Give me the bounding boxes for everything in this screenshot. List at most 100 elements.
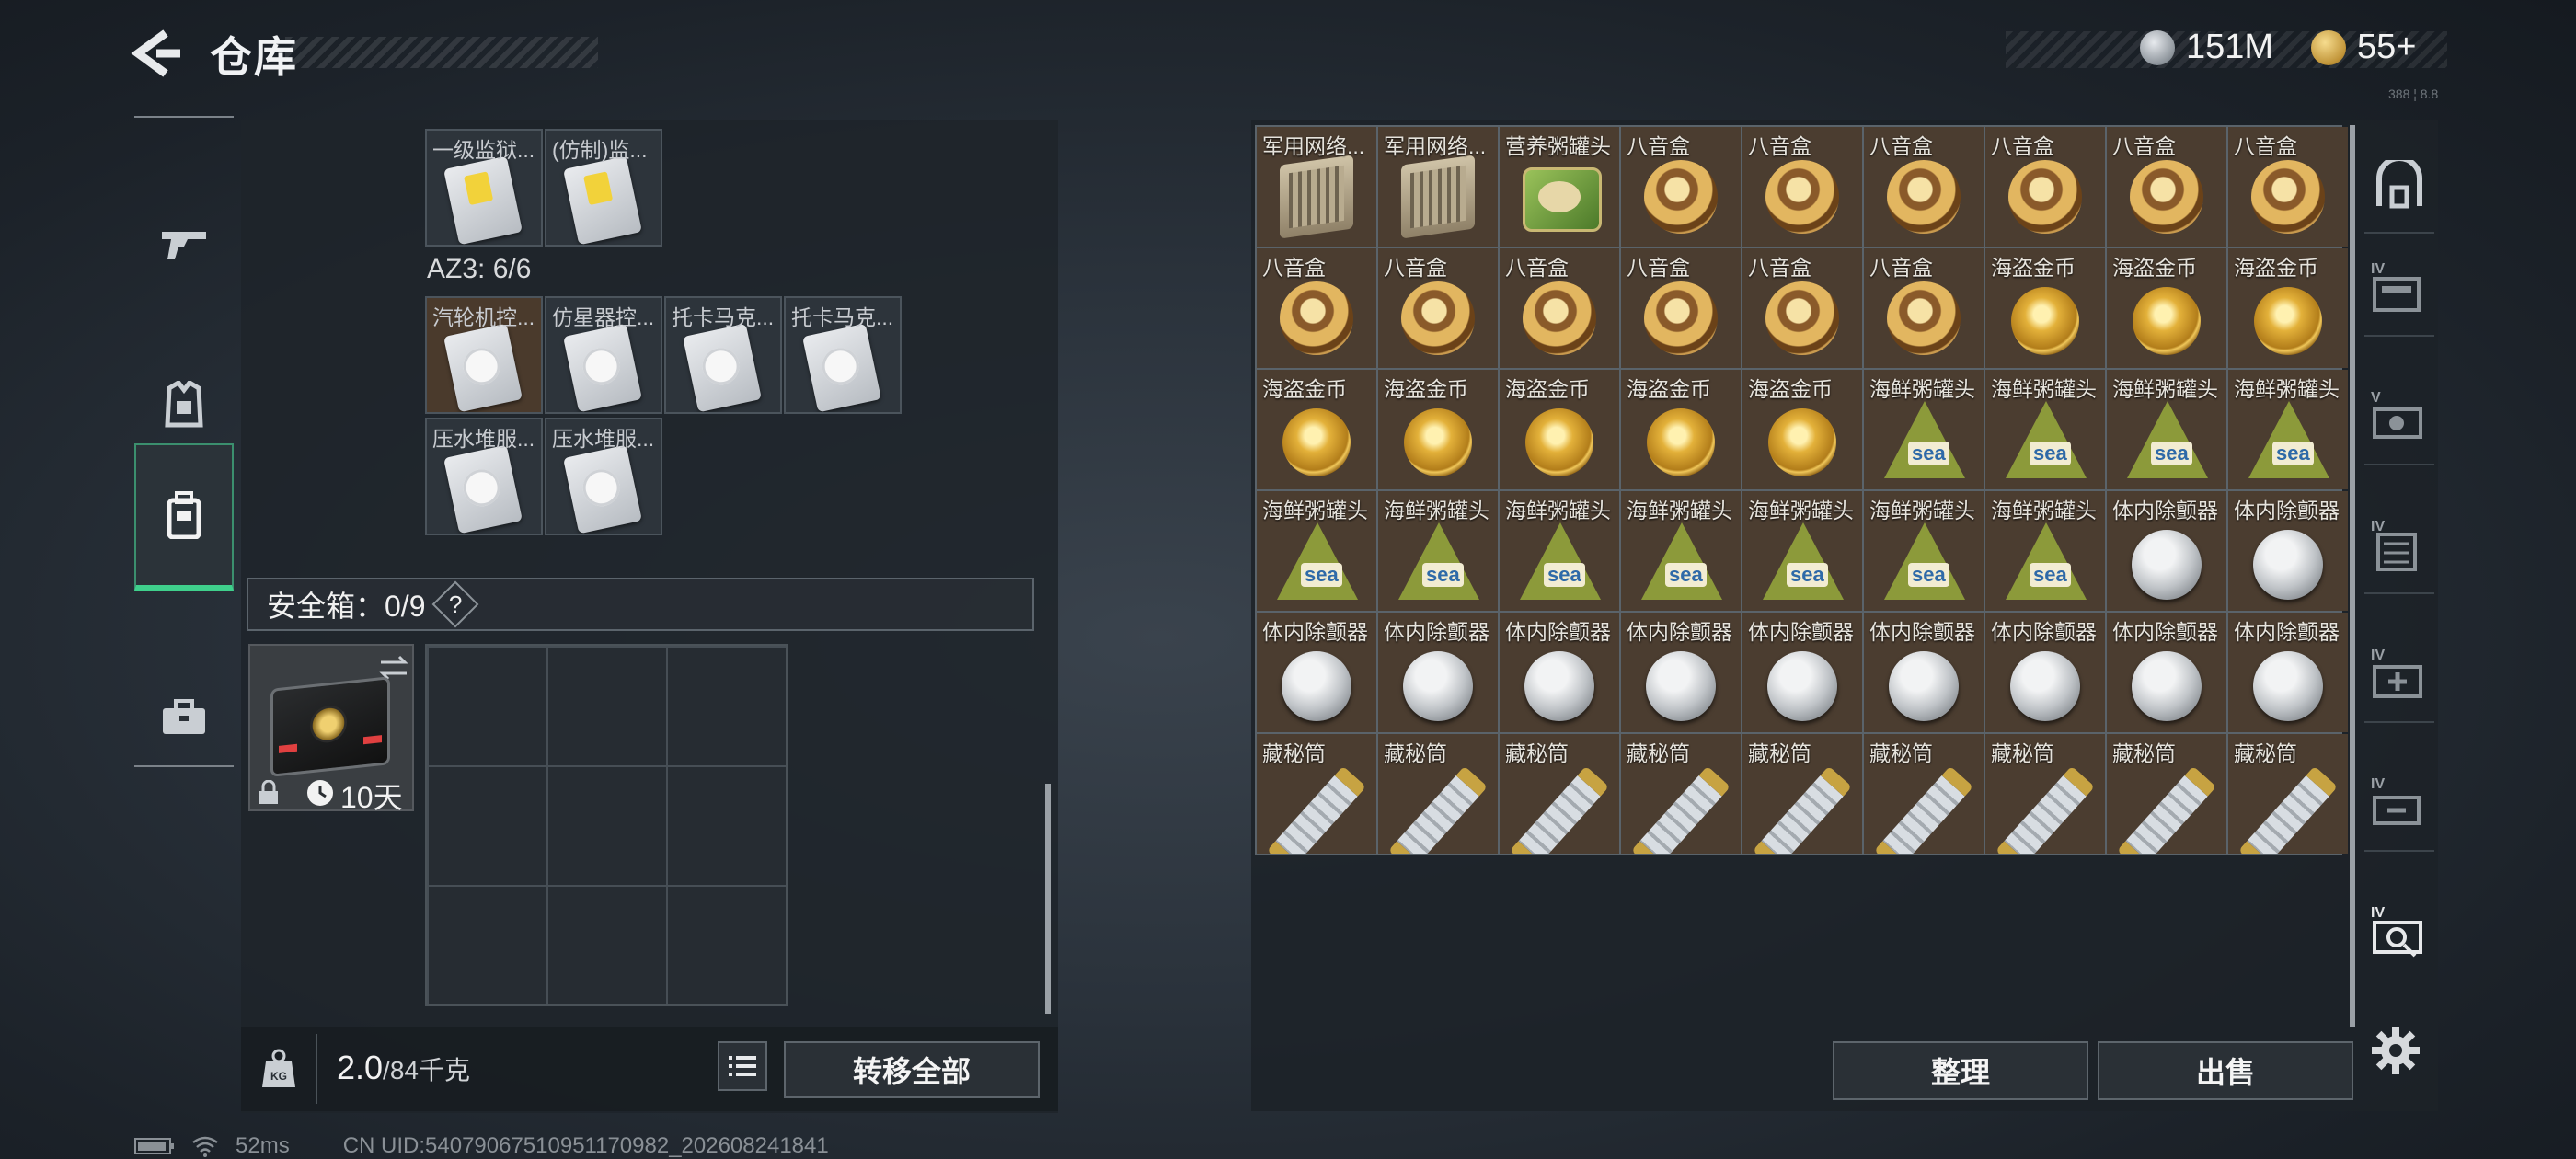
inventory-slot[interactable]: 汽轮机控... <box>425 296 543 414</box>
warehouse-item[interactable]: 海盗金币 <box>2107 248 2226 368</box>
warehouse-item[interactable]: 藏秘筒 <box>1985 734 2105 854</box>
warehouse-item[interactable]: 海盗金币 <box>1985 248 2105 368</box>
warehouse-item[interactable]: 体内除颤器 <box>1864 613 1984 732</box>
warehouse-item[interactable]: 八音盒 <box>2107 127 2226 247</box>
warehouse-item[interactable]: 海鲜粥罐头 <box>2228 370 2348 489</box>
warehouse-item[interactable]: 体内除颤器 <box>2107 613 2226 732</box>
inventory-slot[interactable]: 一级监狱... <box>425 129 543 247</box>
warehouse-item[interactable]: 体内除颤器 <box>2107 491 2226 611</box>
warehouse-item[interactable]: 海鲜粥罐头 <box>1864 370 1984 489</box>
item-label: 体内除颤器 <box>1991 620 2097 644</box>
inventory-slot[interactable]: 压水堆服... <box>425 418 543 535</box>
warehouse-item[interactable]: 海鲜粥罐头 <box>1257 491 1376 611</box>
warehouse-item[interactable]: 体内除颤器 <box>2228 491 2348 611</box>
warehouse-item[interactable]: 藏秘筒 <box>2107 734 2226 854</box>
uid-readout: CN UID:5407906751095117098​2_20260824184… <box>342 1133 829 1158</box>
back-button[interactable] <box>129 26 184 81</box>
settings-button[interactable] <box>2368 1023 2429 1084</box>
warehouse-item[interactable]: 体内除颤器 <box>1621 613 1741 732</box>
warehouse-item[interactable]: 海盗金币 <box>1742 370 1862 489</box>
inventory-slot[interactable]: 托卡马克... <box>664 296 782 414</box>
warehouse-item[interactable]: 海盗金币 <box>1621 370 1741 489</box>
seafood-item-icon <box>2006 401 2087 478</box>
warehouse-item[interactable]: 海鲜粥罐头 <box>1742 491 1862 611</box>
item-case-icon <box>683 323 762 412</box>
warehouse-item[interactable]: 军用网络... <box>1257 127 1376 247</box>
list-view-button[interactable] <box>718 1041 767 1091</box>
inventory-slot[interactable]: 压水堆服... <box>545 418 662 535</box>
title-decoration <box>285 37 598 68</box>
left-scrollbar[interactable] <box>1045 784 1051 1014</box>
tab-storage-5[interactable]: IV <box>2364 758 2434 852</box>
warehouse-item[interactable]: 体内除颤器 <box>1378 613 1498 732</box>
sell-button[interactable]: 出售 <box>2098 1041 2353 1100</box>
warehouse-item[interactable]: 体内除颤器 <box>1500 613 1619 732</box>
warehouse-item[interactable]: 海鲜粥罐头 <box>1621 491 1741 611</box>
warehouse-item[interactable]: 藏秘筒 <box>1378 734 1498 854</box>
inventory-slot[interactable]: 仿星器控... <box>545 296 662 414</box>
item-label: 八音盒 <box>1262 256 1326 280</box>
tab-storage-6[interactable]: IV <box>2364 887 2434 979</box>
warehouse-item[interactable]: 海盗金币 <box>1500 370 1619 489</box>
tools-icon: IV <box>2371 776 2421 825</box>
tab-all[interactable] <box>2364 140 2434 234</box>
warehouse-item[interactable]: 海鲜粥罐头 <box>1864 491 1984 611</box>
warehouse-item[interactable]: 体内除颤器 <box>1257 613 1376 732</box>
warehouse-item[interactable]: 体内除颤器 <box>1985 613 2105 732</box>
warehouse-item[interactable]: 体内除颤器 <box>2228 613 2348 732</box>
nav-containers[interactable] <box>134 443 234 591</box>
nav-items[interactable] <box>134 644 234 791</box>
warehouse-item[interactable]: 海鲜粥罐头 <box>1378 491 1498 611</box>
safe-box-slot[interactable]: 10天 <box>248 644 414 814</box>
warehouse-item[interactable]: 八音盒 <box>1378 248 1498 368</box>
nav-weapons[interactable] <box>134 171 234 318</box>
warehouse-item[interactable]: 海鲜粥罐头 <box>1500 491 1619 611</box>
top-items-row: 一级监狱... (仿制)监... <box>425 125 670 250</box>
tab-storage-4[interactable]: IV <box>2364 629 2434 723</box>
item-label: 藏秘筒 <box>2112 741 2176 765</box>
warehouse-item[interactable]: 营养粥罐头 <box>1500 127 1619 247</box>
warehouse-item[interactable]: 八音盒 <box>1985 127 2105 247</box>
warehouse-item[interactable]: 海盗金币 <box>1257 370 1376 489</box>
warehouse-item[interactable]: 体内除颤器 <box>1742 613 1862 732</box>
warehouse-item[interactable]: 八音盒 <box>2228 127 2348 247</box>
warehouse-item[interactable]: 海盗金币 <box>1378 370 1498 489</box>
currency-gold[interactable]: 55+ <box>2311 28 2416 67</box>
weight-current: 2.0 <box>337 1049 384 1086</box>
warehouse-item[interactable]: 八音盒 <box>1864 127 1984 247</box>
transfer-all-button[interactable]: 转移全部 <box>784 1041 1040 1098</box>
warehouse-item[interactable]: 藏秘筒 <box>1864 734 1984 854</box>
warehouse-item[interactable]: 藏秘筒 <box>1257 734 1376 854</box>
warehouse-item[interactable]: 军用网络... <box>1378 127 1498 247</box>
implant-item-icon <box>2010 651 2080 721</box>
warehouse-item[interactable]: 藏秘筒 <box>1500 734 1619 854</box>
warehouse-item[interactable]: 八音盒 <box>1500 248 1619 368</box>
warehouse-item[interactable]: 藏秘筒 <box>1621 734 1741 854</box>
tab-storage-3[interactable]: IV <box>2364 500 2434 594</box>
item-label: 海鲜粥罐头 <box>1869 377 1975 401</box>
warehouse-item[interactable]: 八音盒 <box>1257 248 1376 368</box>
warehouse-item[interactable]: 海鲜粥罐头 <box>1985 491 2105 611</box>
warehouse-item[interactable]: 八音盒 <box>1742 248 1862 368</box>
warehouse-item[interactable]: 八音盒 <box>1621 248 1741 368</box>
sort-button[interactable]: 整理 <box>1833 1041 2088 1100</box>
item-label: 藏秘筒 <box>1991 741 2054 765</box>
warehouse-item[interactable]: 海盗金币 <box>2228 248 2348 368</box>
safe-box-grid[interactable] <box>425 644 788 1006</box>
warehouse-item[interactable]: 海鲜粥罐头 <box>1985 370 2105 489</box>
warehouse-item[interactable]: 藏秘筒 <box>2228 734 2348 854</box>
item-label: 体内除颤器 <box>2234 620 2340 644</box>
inventory-slot[interactable]: 托卡马克... <box>784 296 902 414</box>
help-button[interactable]: ? <box>431 580 478 628</box>
warehouse-item[interactable]: 海鲜粥罐头 <box>2107 370 2226 489</box>
item-label: 海鲜粥罐头 <box>1991 377 2097 401</box>
warehouse-item[interactable]: 八音盒 <box>1864 248 1984 368</box>
warehouse-item[interactable]: 藏秘筒 <box>1742 734 1862 854</box>
item-label: 八音盒 <box>1748 134 1811 158</box>
inventory-slot[interactable]: (仿制)监... <box>545 129 662 247</box>
tab-storage-1[interactable]: IV <box>2364 243 2434 337</box>
seafood-item-icon <box>1277 522 1358 600</box>
warehouse-item[interactable]: 八音盒 <box>1742 127 1862 247</box>
tab-storage-2[interactable]: V <box>2364 372 2434 465</box>
warehouse-item[interactable]: 八音盒 <box>1621 127 1741 247</box>
